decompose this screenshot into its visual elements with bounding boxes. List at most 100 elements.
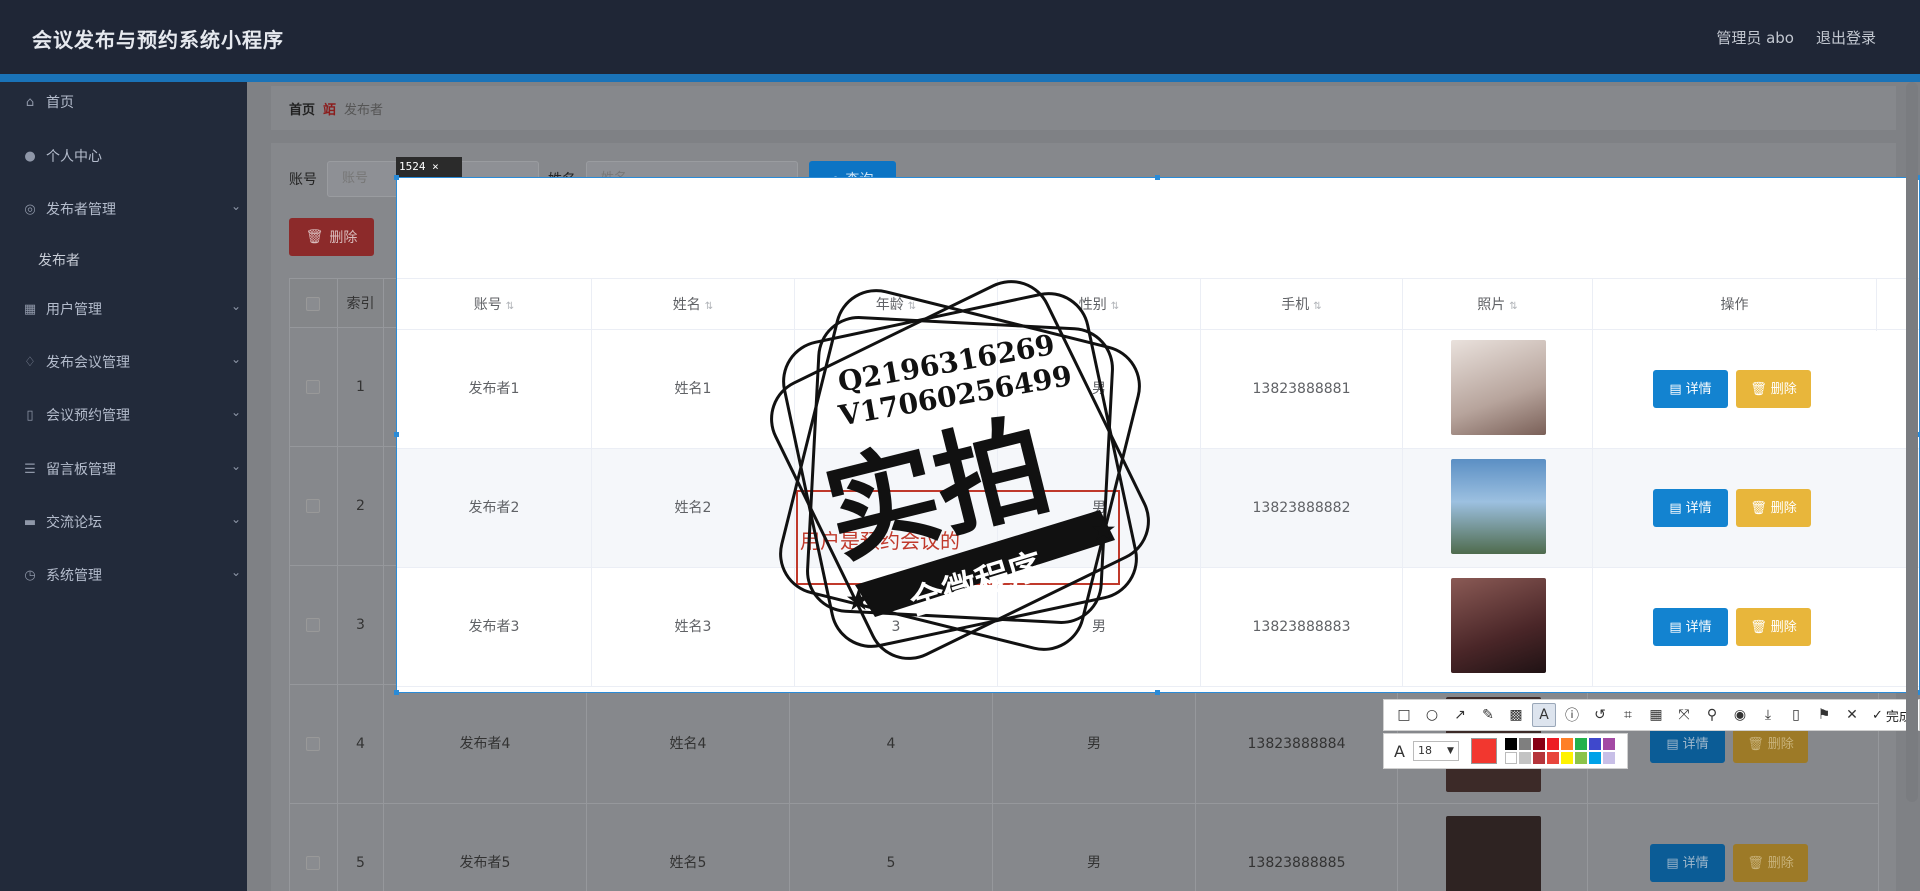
header-account[interactable]: 账号 ⇅ [397,279,592,331]
color-swatch[interactable] [1532,738,1545,750]
resize-handle[interactable] [394,175,399,180]
sidebar-subitem-publisher[interactable]: 发布者 [38,250,80,270]
sidebar-item-publisher-management[interactable]: ◎ 发布者管理 ⌄ [0,189,247,229]
sort-icon[interactable]: ⇅ [1313,301,1321,312]
row-phone: 13823888883 [1201,568,1403,687]
row-checkbox[interactable] [306,856,320,870]
undo-icon[interactable]: ↺ [1588,703,1612,727]
header-action: 操作 [1593,279,1877,331]
detail-button[interactable]: ▤ 详情 [1650,844,1725,882]
row-account: 发布者5 [384,804,587,891]
row-delete-button[interactable]: 🗑 删除 [1736,608,1811,646]
bookmark-icon[interactable]: ⚑ [1812,703,1836,727]
row-checkbox[interactable] [306,380,320,394]
resize-handle[interactable] [394,432,399,437]
header-photo[interactable]: 照片 ⇅ [1403,279,1593,331]
rectangle-tool-icon[interactable]: □ [1392,703,1416,727]
color-swatch[interactable] [1588,738,1601,750]
color-swatch[interactable] [1602,738,1615,750]
breadcrumb-home[interactable]: 首页 [289,99,315,118]
phone-icon: ▯ [26,407,34,423]
current-color-swatch[interactable] [1470,738,1497,764]
row-age: 5 [790,804,993,891]
sort-icon[interactable]: ⇅ [1509,301,1517,312]
trash-icon: 🗑 [305,229,324,245]
sidebar-item-label: 首页 [46,95,74,111]
mosaic-tool-icon[interactable]: ▩ [1504,703,1528,727]
detail-button[interactable]: ▤ 详情 [1653,489,1728,527]
color-swatch[interactable] [1560,752,1573,764]
resize-handle[interactable] [1155,690,1160,695]
close-icon[interactable]: ✕ [1840,703,1864,727]
download-icon[interactable]: ⤓ [1756,703,1780,727]
row-photo-cell [1403,449,1593,568]
sort-icon[interactable]: ⇅ [705,301,713,312]
user-icon: ● [24,148,36,164]
chevron-down-icon: ⌄ [230,565,241,579]
color-swatch[interactable] [1518,738,1531,750]
color-swatch[interactable] [1518,752,1531,764]
long-screenshot-icon[interactable]: ⤧ [1672,703,1696,727]
row-age: 4 [790,685,993,804]
sidebar-item-home[interactable]: ⌂ 首页 [0,82,247,122]
ocr-icon[interactable]: ⌗ [1616,703,1640,727]
chevron-down-icon: ⌄ [230,299,241,313]
translate-icon[interactable]: ▦ [1644,703,1668,727]
ellipse-tool-icon[interactable]: ○ [1420,703,1444,727]
detail-button[interactable]: ▤ 详情 [1653,608,1728,646]
color-swatch[interactable] [1602,752,1615,764]
resize-handle[interactable] [1155,175,1160,180]
sidebar-item-meeting-management[interactable]: ♢ 发布会议管理 ⌄ [0,342,247,382]
header-phone[interactable]: 手机 ⇅ [1201,279,1403,331]
sort-icon[interactable]: ⇅ [506,301,514,312]
color-swatch[interactable] [1588,752,1601,764]
chevron-down-icon: ⌄ [230,512,241,526]
detail-button[interactable]: ▤ 详情 [1653,370,1728,408]
top-bar: 会议发布与预约系统小程序 管理员 abo 退出登录 [0,0,1920,74]
chevron-down-icon: ⌄ [230,199,241,213]
color-swatch[interactable] [1504,752,1517,764]
row-delete-button[interactable]: 🗑 删除 [1736,489,1811,527]
row-checkbox[interactable] [306,618,320,632]
pin-icon[interactable]: ⚲ [1700,703,1724,727]
color-swatch[interactable] [1574,752,1587,764]
row-actions: ▤ 详情 🗑 删除 [1593,568,1877,687]
color-swatch[interactable] [1546,752,1559,764]
check-icon: ✓ [1872,707,1883,723]
chevron-down-icon: ▼ [1447,746,1454,756]
document-icon: ▤ [1669,500,1682,516]
sidebar-item-label: 系统管理 [46,568,102,584]
color-swatch[interactable] [1532,752,1545,764]
number-tool-icon[interactable]: ⓘ [1560,703,1584,727]
breadcrumb: 首页 竡 发布者 [271,86,1896,130]
sidebar-item-label: 留言板管理 [46,462,116,478]
row-delete-button[interactable]: 🗑 删除 [1733,844,1808,882]
logout-link[interactable]: 退出登录 [1816,27,1876,48]
sidebar-item-message-board[interactable]: ☰ 留言板管理 ⌄ [0,449,247,489]
resize-handle[interactable] [394,690,399,695]
sidebar-item-reservation-management[interactable]: ▯ 会议预约管理 ⌄ [0,395,247,435]
row-delete-button[interactable]: 🗑 删除 [1736,370,1811,408]
color-swatch[interactable] [1574,738,1587,750]
row-photo-cell [1403,568,1593,687]
select-all-checkbox[interactable] [306,297,320,311]
color-swatch[interactable] [1504,738,1517,750]
record-icon[interactable]: ◉ [1728,703,1752,727]
arrow-tool-icon[interactable]: ↗ [1448,703,1472,727]
sidebar-item-forum[interactable]: ▬ 交流论坛 ⌄ [0,502,247,542]
font-size-select[interactable]: 18 ▼ [1412,741,1459,761]
phone-send-icon[interactable]: ▯ [1784,703,1808,727]
sidebar-item-personal-center[interactable]: ● 个人中心 [0,136,247,176]
sidebar-item-user-management[interactable]: ▦ 用户管理 ⌄ [0,289,247,329]
text-tool-icon[interactable]: A [1532,703,1556,727]
pen-tool-icon[interactable]: ✎ [1476,703,1500,727]
page-scrollbar[interactable] [1906,82,1918,802]
color-swatch[interactable] [1560,738,1573,750]
row-checkbox[interactable] [306,499,320,513]
batch-delete-button[interactable]: 🗑 删除 [289,218,374,256]
chevron-down-icon: ⌄ [230,352,241,366]
sidebar-item-system-management[interactable]: ◷ 系统管理 ⌄ [0,555,247,595]
row-checkbox[interactable] [306,737,320,751]
color-swatch[interactable] [1546,738,1559,750]
account-label: 账号 [289,172,317,188]
